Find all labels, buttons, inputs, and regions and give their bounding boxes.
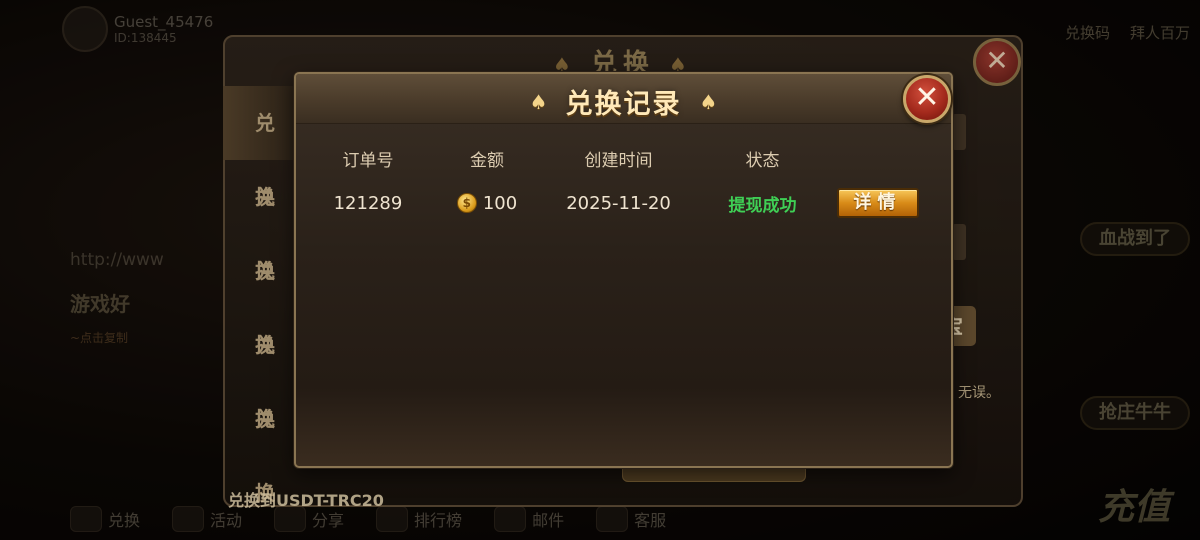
table-row: 121289 $ 100 2025-11-20 提现成功 详情 [296,188,951,218]
spade-icon: ♠ [529,89,548,114]
exchange-record-modal: ♠ 兑换记录 ♠ 订单号 金额 创建时间 状态 121289 $ 100 202… [294,72,953,468]
column-header-status: 状态 [745,150,780,171]
modal-title-wrap: ♠ 兑换记录 ♠ [296,82,951,121]
status-cell: 提现成功 [703,191,822,216]
detail-button[interactable]: 详情 [836,188,919,218]
exchange-tab: 兑换 [255,407,275,505]
table-header: 订单号 金额 创建时间 状态 [296,146,951,171]
exchange-record-table: 订单号 金额 创建时间 状态 121289 $ 100 2025-11-20 提… [296,146,951,218]
amount-value: 100 [482,192,518,214]
exchange-hint-text: 无误。 [958,385,1000,401]
exchange-panel-tabs: 兑换 兑换 兑换 兑换 兑换 [223,86,293,505]
exchange-tab: 兑换 [223,86,293,209]
exchange-footer-label: 兑换到USDT-TRC20 [228,491,384,510]
spade-icon: ♠ [699,89,718,114]
column-header-amount: 金额 [470,150,505,171]
exchange-panel-close-button: ✕ [973,38,1021,86]
status-badge: 提现成功 [728,195,797,216]
column-header-order-no: 订单号 [342,150,394,171]
exchange-input-edge [952,224,966,260]
exchange-submit-button-edge [622,466,806,482]
coin-icon: $ [456,193,477,213]
modal-header: ♠ 兑换记录 ♠ [296,74,951,124]
action-cell: 详情 [822,188,951,218]
close-button[interactable]: ✕ [903,75,951,123]
column-header-created-time: 创建时间 [584,150,653,171]
modal-title: 兑换记录 [565,89,682,120]
exchange-tab: 兑换 [255,259,275,357]
close-icon: ✕ [914,80,940,115]
amount-cell: $ 100 [440,193,534,214]
exchange-input-edge [952,114,966,150]
exchange-tab: 兑换 [255,185,275,283]
order-number: 121289 [333,192,403,214]
created-time: 2025-11-20 [566,192,671,214]
exchange-tab: 兑换 [255,333,275,431]
